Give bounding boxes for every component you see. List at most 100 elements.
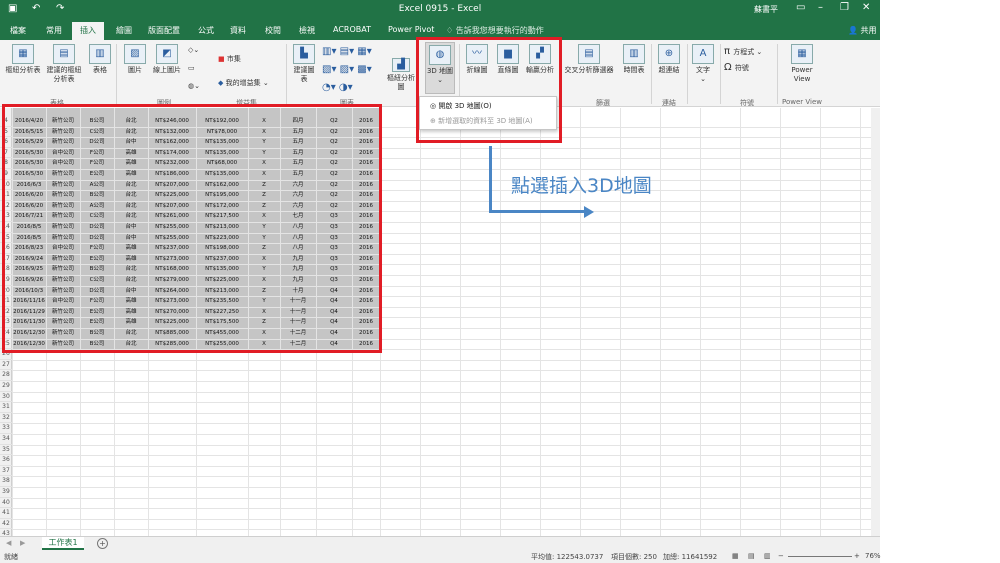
chart-types-icon-row3[interactable]: ◔▾ ◑▾ — [322, 82, 353, 93]
pivot-table-button[interactable]: ▦ 樞紐分析表 — [4, 44, 42, 75]
pivot-chart-button[interactable]: ▟ 樞紐分析圖 — [386, 58, 416, 92]
sheet-nav-left-icon[interactable]: ◀ — [6, 539, 11, 547]
row-header[interactable]: 37 — [0, 466, 12, 477]
zoom-slider[interactable] — [788, 556, 852, 557]
normal-view-icon[interactable]: ▦ — [732, 552, 739, 560]
row-gridline — [12, 381, 880, 382]
table-button[interactable]: ▥ 表格 — [88, 44, 112, 75]
row-header[interactable]: 41 — [0, 508, 12, 519]
hyperlink-button[interactable]: ⊕ 超連結 — [655, 44, 683, 75]
row-header[interactable]: 34 — [0, 434, 12, 445]
sheet-tab[interactable]: 工作表1 — [42, 537, 84, 550]
recommended-charts-icon: ▙ — [293, 44, 315, 64]
hyperlink-label: 超連結 — [658, 66, 680, 74]
sheet-tab-bar: ◀ ▶ 工作表1 + — [0, 536, 880, 550]
zoom-out-icon[interactable]: − — [778, 552, 784, 560]
zoom-in-icon[interactable]: + — [854, 552, 860, 560]
recommended-pivot-button[interactable]: ▤ 建議的樞紐分析表 — [44, 44, 84, 84]
text-button[interactable]: A 文字 ⌄ — [690, 44, 716, 84]
close-icon[interactable]: ✕ — [862, 2, 870, 13]
highlight-box-3d-map — [416, 37, 562, 143]
row-gridline — [12, 465, 880, 467]
user-name[interactable]: 蘇書平 — [754, 4, 778, 15]
column-gridline — [820, 108, 821, 536]
row-header[interactable]: 30 — [0, 392, 12, 403]
row-gridline — [12, 529, 880, 531]
my-addins-button[interactable]: ◆ 我的增益集 ⌄ — [218, 78, 269, 88]
tab-file[interactable]: 檔案 — [10, 25, 26, 36]
row-gridline — [12, 497, 880, 499]
tab-power-pivot[interactable]: Power Pivot — [388, 25, 434, 34]
symbol-button[interactable]: Ω 符號 — [724, 62, 749, 73]
share-button[interactable]: 👤 共用 — [848, 25, 877, 36]
tab-home[interactable]: 常用 — [46, 25, 62, 36]
row-header[interactable]: 38 — [0, 476, 12, 487]
store-button[interactable]: ■ 市集 — [218, 54, 241, 64]
picture-label: 圖片 — [128, 66, 142, 74]
equation-button[interactable]: π 方程式 ⌄ — [724, 46, 762, 57]
annotation-arrow-vertical — [489, 146, 492, 212]
tab-insert[interactable]: 插入 — [72, 22, 104, 40]
column-gridline — [500, 108, 501, 536]
recommended-charts-button[interactable]: ▙ 建議圖表 — [292, 44, 316, 84]
row-header[interactable]: 39 — [0, 487, 12, 498]
tab-view[interactable]: 檢視 — [299, 25, 315, 36]
tab-data[interactable]: 資料 — [230, 25, 246, 36]
row-header[interactable]: 36 — [0, 455, 12, 466]
status-ready: 就緒 — [4, 553, 18, 561]
row-header[interactable]: 43 — [0, 529, 12, 536]
row-header[interactable]: 31 — [0, 402, 12, 413]
page-break-view-icon[interactable]: ▥ — [764, 552, 771, 560]
sheet-nav-right-icon[interactable]: ▶ — [20, 539, 25, 547]
add-sheet-icon[interactable]: + — [97, 538, 108, 549]
row-header[interactable]: 28 — [0, 370, 12, 381]
tab-formulas[interactable]: 公式 — [198, 25, 214, 36]
row-gridline — [12, 412, 880, 414]
timeline-icon: ▥ — [623, 44, 645, 64]
row-header[interactable]: 33 — [0, 423, 12, 434]
tab-review[interactable]: 校閱 — [265, 25, 281, 36]
row-header[interactable]: 29 — [0, 381, 12, 392]
column-gridline — [780, 108, 781, 536]
page-layout-view-icon[interactable]: ▤ — [748, 552, 755, 560]
chart-types-icon-row2[interactable]: ▧▾ ▨▾ ▩▾ — [322, 64, 372, 75]
symbol-label: 符號 — [734, 64, 749, 72]
tab-page-layout[interactable]: 版面配置 — [148, 25, 180, 36]
picture-button[interactable]: ▨ 圖片 — [122, 44, 148, 75]
store-icon: ■ — [218, 55, 227, 63]
tell-me-search[interactable]: ♢ 告訴我您想要執行的動作 — [446, 25, 544, 36]
row-header[interactable]: 27 — [0, 360, 12, 371]
smartart-icon[interactable]: ▭ — [188, 64, 195, 72]
window-title: Excel 0915 - Excel — [398, 4, 482, 14]
status-average: 平均值: 122543.0737 — [531, 553, 604, 561]
omega-icon: Ω — [724, 62, 735, 73]
timeline-button[interactable]: ▥ 時間表 — [620, 44, 648, 75]
screenshot-icon[interactable]: ◍⌄ — [188, 82, 200, 90]
power-view-button[interactable]: ▦ Power View — [784, 44, 820, 84]
row-header[interactable]: 40 — [0, 498, 12, 509]
power-view-label: Power View — [791, 66, 813, 83]
group-separator — [720, 44, 721, 104]
ribbon-display-icon[interactable]: ▭ — [796, 2, 805, 13]
annotation-arrowhead — [584, 206, 594, 218]
row-header[interactable]: 35 — [0, 445, 12, 456]
share-label: 共用 — [860, 26, 877, 35]
tab-acrobat[interactable]: ACROBAT — [333, 25, 371, 34]
online-picture-button[interactable]: ◩ 線上圖片 — [150, 44, 184, 75]
row-gridline — [12, 434, 880, 435]
column-gridline — [460, 108, 461, 536]
minimize-icon[interactable]: – — [818, 2, 823, 13]
vertical-scrollbar[interactable] — [871, 108, 880, 536]
row-header[interactable]: 32 — [0, 413, 12, 424]
text-label: 文字 — [696, 66, 710, 74]
shapes-icon[interactable]: ◇⌄ — [188, 46, 199, 54]
row-gridline — [12, 359, 880, 361]
tab-draw[interactable]: 繪圖 — [116, 25, 132, 36]
status-bar: 就緒 平均值: 122543.0737 項目個數: 250 加總: 116415… — [0, 550, 881, 563]
annotation-arrow-horizontal — [489, 210, 585, 213]
highlight-box-data-range — [2, 104, 382, 353]
restore-icon[interactable]: ❐ — [840, 2, 849, 13]
chart-types-icon[interactable]: ▥▾ ▤▾ ▦▾ — [322, 46, 372, 57]
row-header[interactable]: 42 — [0, 519, 12, 530]
slicer-button[interactable]: ▤ 交叉分析篩選器 — [560, 44, 618, 75]
